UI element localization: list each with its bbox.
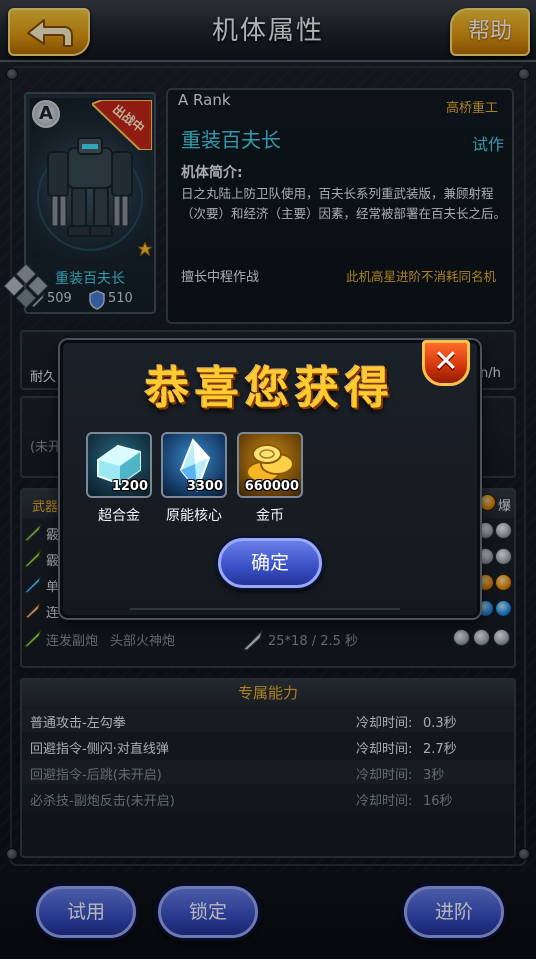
- reward-count: 3300: [186, 479, 223, 494]
- close-button[interactable]: ✕: [422, 340, 470, 386]
- reward-count: 660000: [244, 479, 299, 494]
- confirm-button[interactable]: 确定: [218, 538, 322, 588]
- reward-label: 超合金: [98, 508, 140, 524]
- reward-label: 原能核心: [166, 508, 222, 524]
- reward-label: 金币: [256, 508, 284, 524]
- popup-title: 恭喜您获得: [145, 363, 395, 414]
- close-icon: ✕: [433, 344, 459, 379]
- reward-count: 1200: [111, 479, 148, 494]
- popup-divider: [130, 608, 400, 610]
